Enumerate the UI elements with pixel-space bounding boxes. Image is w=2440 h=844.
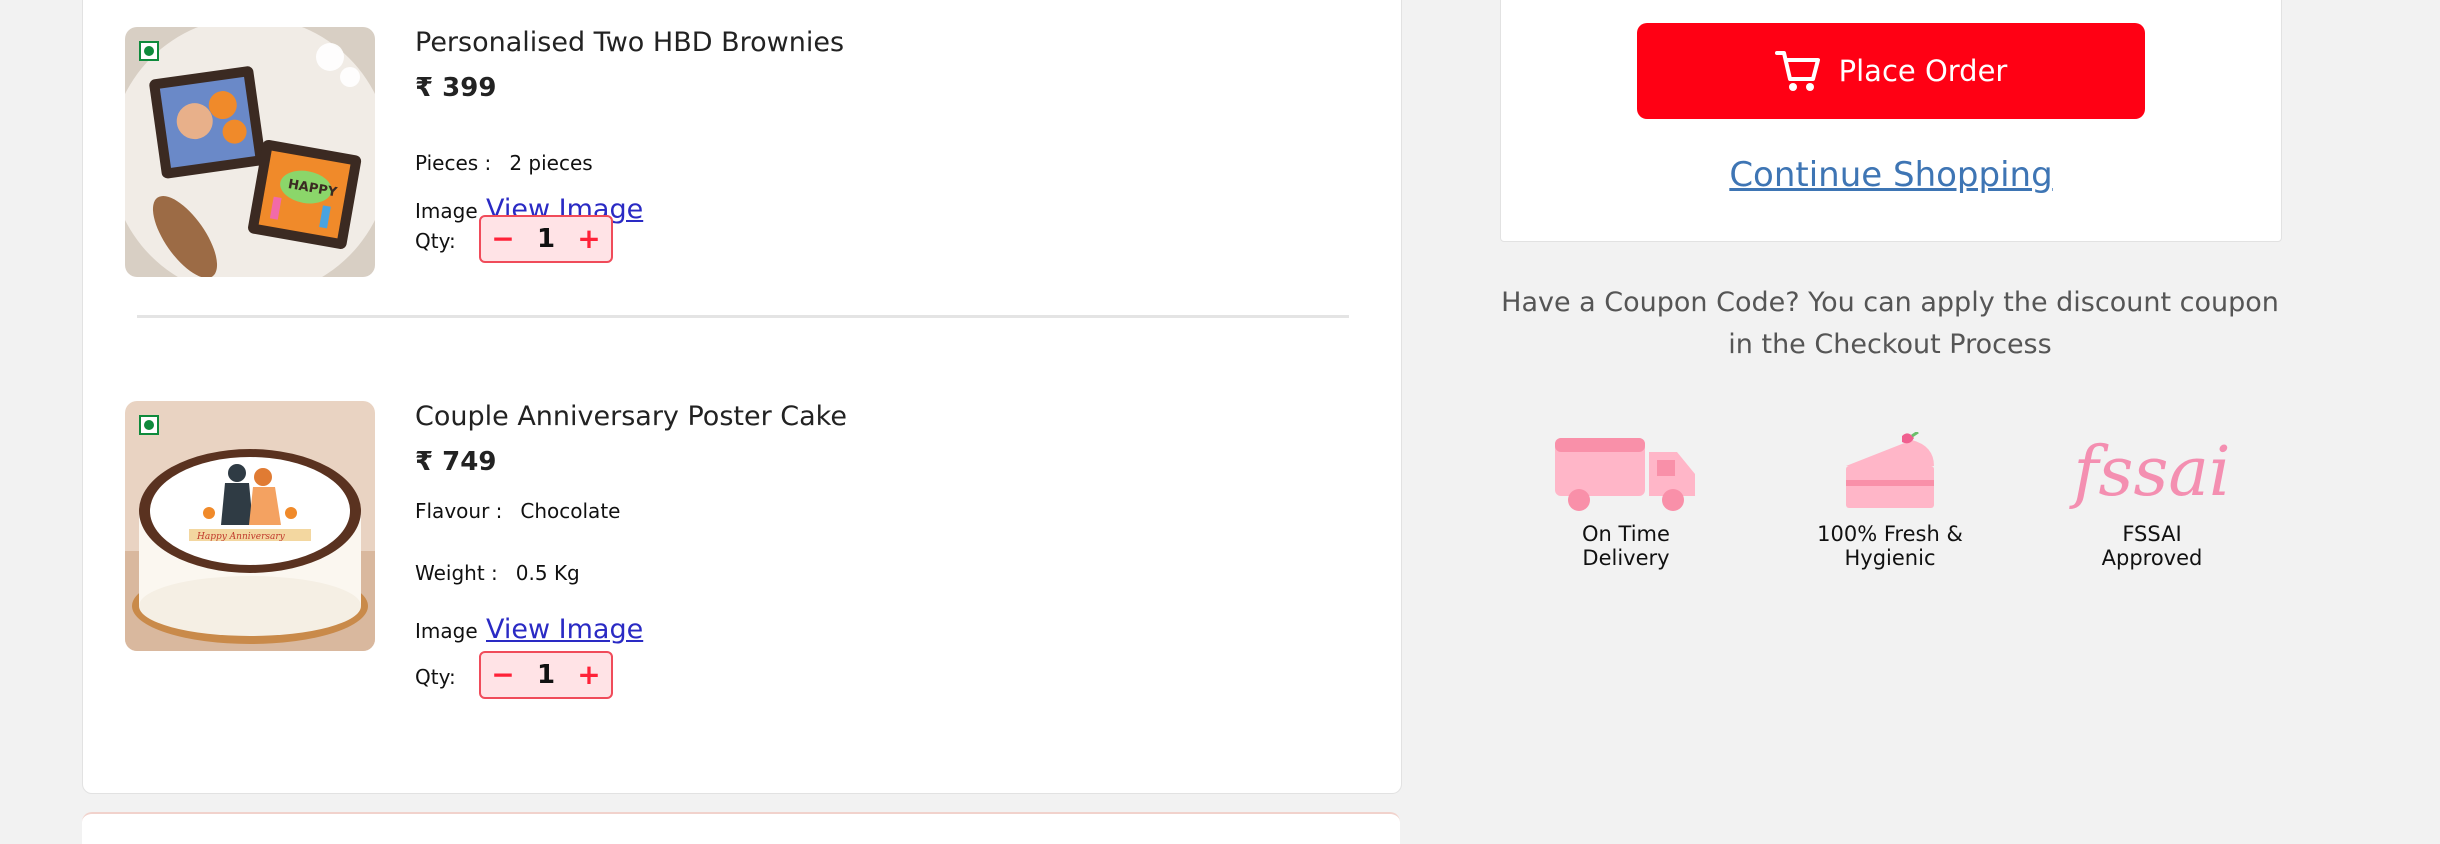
qty-value: 1 — [536, 660, 556, 690]
item-price: ₹ 399 — [415, 73, 497, 103]
feature-line2: Delivery — [1582, 546, 1670, 570]
order-summary-card: Place Order Continue Shopping — [1500, 0, 2282, 242]
feature-line1: FSSAI — [2122, 522, 2182, 546]
quantity-stepper: − 1 + — [479, 651, 613, 699]
item-attribute-weight: Weight : 0.5 Kg — [415, 561, 580, 585]
place-order-button[interactable]: Place Order — [1637, 23, 2145, 119]
cart-items-card: HAPPY Personalised Two HBD Brownies ₹ 39… — [82, 0, 1402, 794]
product-image[interactable]: Happy Anniversary — [125, 401, 375, 651]
continue-shopping-link[interactable]: Continue Shopping — [1501, 155, 2281, 195]
veg-indicator-icon — [139, 41, 159, 61]
attribute-key: Flavour : — [415, 499, 503, 523]
attribute-key: Weight : — [415, 561, 498, 585]
decrease-qty-button[interactable]: − — [485, 653, 521, 697]
feature-line2: Approved — [2101, 546, 2203, 570]
quantity-stepper: − 1 + — [479, 215, 613, 263]
feature-fresh-hygienic: 100% Fresh & Hygienic — [1770, 430, 2010, 570]
attribute-value: 0.5 Kg — [515, 561, 580, 585]
qty-label: Qty: — [415, 229, 456, 253]
features-row: On Time Delivery 100% Fresh & Hygienic fss… — [1500, 430, 2280, 590]
decrease-qty-button[interactable]: − — [485, 217, 521, 261]
image-label: Image — [415, 199, 478, 223]
feature-line2: Hygienic — [1844, 546, 1936, 570]
anniversary-cake-photo: Happy Anniversary — [125, 401, 375, 651]
increase-qty-button[interactable]: + — [571, 217, 607, 261]
delivery-truck-icon — [1555, 438, 1695, 511]
veg-indicator-icon — [139, 415, 159, 435]
feature-line1: 100% Fresh & — [1817, 522, 1963, 546]
fssai-logo-icon: fssai — [2073, 432, 2231, 512]
qty-label: Qty: — [415, 665, 456, 689]
item-attribute-flavour: Flavour : Chocolate — [415, 499, 620, 523]
product-image[interactable]: HAPPY — [125, 27, 375, 277]
item-price: ₹ 749 — [415, 447, 497, 477]
image-label: Image — [415, 619, 478, 643]
feature-fssai-approved: fssai FSSAI Approved — [2032, 430, 2272, 571]
item-image-row: Image View Image — [415, 595, 643, 645]
brownies-photo: HAPPY — [125, 27, 375, 277]
item-divider — [137, 315, 1349, 318]
item-name: Couple Anniversary Poster Cake — [415, 401, 847, 432]
item-name: Personalised Two HBD Brownies — [415, 27, 845, 58]
attribute-value: Chocolate — [520, 499, 621, 523]
cake-slice-icon — [1846, 432, 1934, 508]
svg-text:Happy Anniversary: Happy Anniversary — [196, 532, 286, 542]
feature-on-time-delivery: On Time Delivery — [1506, 430, 1746, 570]
next-section-card — [82, 812, 1400, 844]
feature-line1: On Time — [1582, 522, 1670, 546]
place-order-label: Place Order — [1838, 54, 2008, 88]
view-image-link[interactable]: View Image — [486, 614, 643, 645]
coupon-info-text: Have a Coupon Code? You can apply the di… — [1501, 287, 2279, 360]
qty-value: 1 — [536, 224, 556, 254]
increase-qty-button[interactable]: + — [571, 653, 607, 697]
cart-icon — [1774, 51, 1820, 91]
